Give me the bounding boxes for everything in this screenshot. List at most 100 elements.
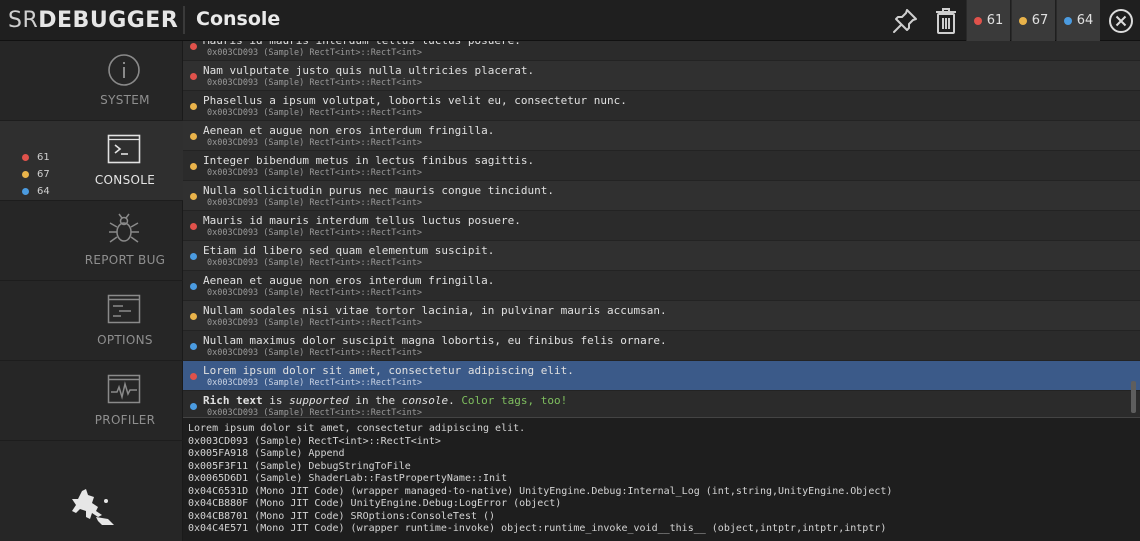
rich-italic-text: console	[401, 394, 449, 407]
stack-frame: 0x04C6531D (Mono JIT Code) (wrapper mana…	[188, 485, 893, 497]
log-stack-preview: 0x003CD093 (Sample) RectT<int>::RectT<in…	[207, 138, 422, 148]
rich-plain-text: in the	[348, 394, 402, 407]
warning-dot-icon	[190, 133, 197, 140]
detail-message: Lorem ipsum dolor sit amet, consectetur …	[188, 423, 526, 434]
error-dot-icon	[190, 43, 197, 50]
info-icon	[108, 54, 140, 86]
log-stack-preview: 0x003CD093 (Sample) RectT<int>::RectT<in…	[207, 48, 422, 58]
error-dot-icon	[190, 373, 197, 380]
stack-frame: 0x005FA918 (Sample) Append	[188, 448, 345, 459]
log-message: Integer bibendum metus in lectus finibus…	[203, 154, 535, 167]
warning-filter-toggle[interactable]: 67	[1011, 0, 1055, 41]
tab-options-label: OPTIONS	[97, 333, 153, 347]
warning-dot-icon	[190, 163, 197, 170]
error-dot-icon	[22, 154, 29, 161]
page-title: Console	[196, 8, 281, 30]
error-dot-icon	[190, 223, 197, 230]
tab-options[interactable]: OPTIONS	[0, 281, 183, 361]
rich-plain-text: is	[262, 394, 290, 407]
stack-frame: 0x04CB880F (Mono JIT Code) UnityEngine.D…	[188, 498, 562, 509]
tab-console-label: CONSOLE	[94, 173, 156, 187]
info-count: 64	[1076, 13, 1094, 28]
log-message: Nullam sodales nisi vitae tortor lacinia…	[203, 304, 667, 317]
log-row[interactable]: Aenean et augue non eros interdum fringi…	[183, 121, 1140, 151]
log-message: Lorem ipsum dolor sit amet, consectetur …	[203, 364, 574, 377]
info-dot-icon	[190, 403, 197, 410]
log-detail-pane: Lorem ipsum dolor sit amet, consectetur …	[183, 417, 1140, 541]
log-stack-preview: 0x003CD093 (Sample) RectT<int>::RectT<in…	[207, 378, 422, 388]
log-message: Nullam maximus dolor suscipit magna lobo…	[203, 334, 667, 347]
error-dot-icon	[973, 16, 982, 25]
tab-system[interactable]: SYSTEM	[0, 41, 183, 121]
pin-icon	[893, 8, 917, 33]
clear-button[interactable]	[926, 0, 966, 41]
options-icon	[107, 294, 141, 324]
bug-icon	[109, 213, 139, 243]
log-message: Mauris id mauris interdum tellus luctus …	[203, 41, 521, 47]
header-divider	[183, 6, 185, 34]
log-message: Aenean et augue non eros interdum fringi…	[203, 124, 495, 137]
log-stack-preview: 0x003CD093 (Sample) RectT<int>::RectT<in…	[207, 78, 422, 88]
app-logo: SRDEBUGGER	[8, 8, 178, 33]
info-dot-icon	[190, 253, 197, 260]
tab-profiler-label: PROFILER	[94, 413, 156, 427]
rich-plain-text: .	[448, 394, 462, 407]
log-row[interactable]: Mauris id mauris interdum tellus luctus …	[183, 41, 1140, 61]
info-dot-icon	[1063, 16, 1072, 25]
header-bar: SRDEBUGGER Console 61 67 64	[0, 0, 1140, 41]
log-message: Mauris id mauris interdum tellus luctus …	[203, 214, 521, 227]
info-filter-toggle[interactable]: 64	[1056, 0, 1100, 41]
pin-button[interactable]	[886, 0, 924, 41]
log-message: Phasellus a ipsum volutpat, lobortis vel…	[203, 94, 627, 107]
log-row[interactable]: Nulla sollicitudin purus nec mauris cong…	[183, 181, 1140, 211]
log-stack-preview: 0x003CD093 (Sample) RectT<int>::RectT<in…	[207, 318, 422, 328]
logo-text-a: SR	[8, 8, 39, 33]
stack-frame: 0x0065D6D1 (Sample) ShaderLab::FastPrope…	[188, 473, 508, 484]
log-list-scrollbar[interactable]	[1131, 381, 1136, 413]
info-dot-icon	[190, 283, 197, 290]
warning-dot-icon	[1018, 16, 1027, 25]
log-row[interactable]: Aenean et augue non eros interdum fringi…	[183, 271, 1140, 301]
stack-frame: 0x005F3F11 (Sample) DebugStringToFile	[188, 460, 411, 472]
rich-italic-text: supported	[289, 394, 349, 407]
stack-frame: 0x003CD093 (Sample) RectT<int>::RectT<in…	[188, 435, 441, 447]
sidebar: SYSTEM 61 67 64 CONSOLE REPORT BUG OPTIO…	[0, 41, 183, 541]
log-stack-preview: 0x003CD093 (Sample) RectT<int>::RectT<in…	[207, 168, 422, 178]
warning-dot-icon	[190, 103, 197, 110]
log-row[interactable]: Lorem ipsum dolor sit amet, consectetur …	[183, 361, 1140, 391]
rich-bold-text: Rich text	[203, 394, 263, 407]
tab-profiler[interactable]: PROFILER	[0, 361, 183, 441]
tab-report-bug[interactable]: REPORT BUG	[0, 201, 183, 281]
warning-dot-icon	[22, 171, 29, 178]
log-row[interactable]: Rich text is supported in the console. C…	[183, 391, 1140, 417]
log-stack-preview: 0x003CD093 (Sample) RectT<int>::RectT<in…	[207, 408, 422, 417]
log-row[interactable]: Nam vulputate justo quis nulla ultricies…	[183, 61, 1140, 91]
log-stack-preview: 0x003CD093 (Sample) RectT<int>::RectT<in…	[207, 288, 422, 298]
log-stack-preview: 0x003CD093 (Sample) RectT<int>::RectT<in…	[207, 108, 422, 118]
mini-info-count: 64	[37, 186, 50, 197]
tab-console[interactable]: 61 67 64 CONSOLE	[0, 121, 183, 201]
log-stack-preview: 0x003CD093 (Sample) RectT<int>::RectT<in…	[207, 348, 422, 358]
stack-frame: 0x04CB8701 (Mono JIT Code) SROptions:Con…	[188, 510, 496, 522]
log-message: Etiam id libero sed quam elementum susci…	[203, 244, 495, 257]
tab-system-label: SYSTEM	[100, 93, 150, 107]
trash-icon	[936, 7, 956, 34]
log-stack-preview: 0x003CD093 (Sample) RectT<int>::RectT<in…	[207, 228, 422, 238]
log-stack-preview: 0x003CD093 (Sample) RectT<int>::RectT<in…	[207, 198, 422, 208]
terminal-icon	[107, 134, 141, 164]
log-row[interactable]: Mauris id mauris interdum tellus luctus …	[183, 211, 1140, 241]
error-count: 61	[986, 13, 1004, 28]
log-row[interactable]: Integer bibendum metus in lectus finibus…	[183, 151, 1140, 181]
info-dot-icon	[190, 343, 197, 350]
error-filter-toggle[interactable]: 61	[966, 0, 1010, 41]
log-row[interactable]: Nullam maximus dolor suscipit magna lobo…	[183, 331, 1140, 361]
close-button[interactable]	[1102, 0, 1140, 41]
close-icon	[1109, 8, 1133, 33]
log-row[interactable]: Nullam sodales nisi vitae tortor lacinia…	[183, 301, 1140, 331]
log-row[interactable]: Etiam id libero sed quam elementum susci…	[183, 241, 1140, 271]
mini-warning-count: 67	[37, 169, 50, 180]
console-log-list[interactable]: Mauris id mauris interdum tellus luctus …	[183, 41, 1140, 417]
logo-text-b: DEBUGGER	[38, 8, 179, 33]
log-row[interactable]: Phasellus a ipsum volutpat, lobortis vel…	[183, 91, 1140, 121]
rich-green-text: Color tags, too!	[461, 394, 568, 407]
